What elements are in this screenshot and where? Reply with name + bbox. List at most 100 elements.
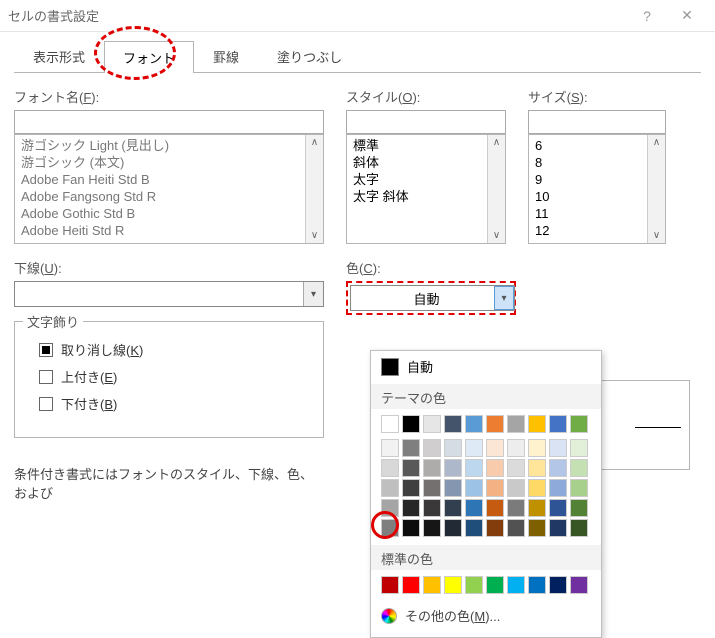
chevron-up-icon[interactable]: ∧ <box>653 137 660 148</box>
color-swatch[interactable] <box>486 459 504 477</box>
color-swatch[interactable] <box>423 499 441 517</box>
color-swatch[interactable] <box>507 459 525 477</box>
chevron-down-icon[interactable]: ∨ <box>653 230 660 241</box>
help-button[interactable]: ? <box>627 8 667 24</box>
list-item[interactable]: 6 <box>535 137 641 154</box>
color-swatch[interactable] <box>465 459 483 477</box>
color-swatch[interactable] <box>381 519 399 537</box>
tab-border[interactable]: 罫線 <box>194 40 258 72</box>
color-swatch[interactable] <box>549 439 567 457</box>
tab-font[interactable]: フォント <box>104 41 194 73</box>
color-auto-row[interactable]: 自動 <box>371 351 601 382</box>
color-swatch[interactable] <box>486 415 504 433</box>
list-item[interactable]: 斜体 <box>353 154 481 171</box>
color-swatch[interactable] <box>507 415 525 433</box>
scrollbar[interactable]: ∧∨ <box>487 135 505 243</box>
color-swatch[interactable] <box>402 439 420 457</box>
color-swatch[interactable] <box>528 415 546 433</box>
color-swatch[interactable] <box>570 576 588 594</box>
list-item[interactable]: Adobe Fangsong Std R <box>21 188 299 205</box>
color-swatch[interactable] <box>465 479 483 497</box>
more-colors-row[interactable]: その他の色(M)... <box>371 600 601 631</box>
color-swatch[interactable] <box>528 459 546 477</box>
color-swatch[interactable] <box>381 479 399 497</box>
color-swatch[interactable] <box>528 479 546 497</box>
color-swatch[interactable] <box>486 499 504 517</box>
chevron-down-icon[interactable]: ∨ <box>493 230 500 241</box>
color-swatch[interactable] <box>423 576 441 594</box>
color-swatch[interactable] <box>570 439 588 457</box>
list-item[interactable]: 游ゴシック Light (見出し) <box>21 137 299 154</box>
color-swatch[interactable] <box>570 415 588 433</box>
fontname-list[interactable]: 游ゴシック Light (見出し) 游ゴシック (本文) Adobe Fan H… <box>14 134 324 244</box>
close-button[interactable]: ✕ <box>667 7 707 24</box>
list-item[interactable]: 標準 <box>353 137 481 154</box>
list-item[interactable]: 11 <box>535 205 641 222</box>
color-swatch[interactable] <box>486 576 504 594</box>
color-swatch[interactable] <box>486 479 504 497</box>
color-swatch[interactable] <box>507 519 525 537</box>
color-swatch[interactable] <box>423 439 441 457</box>
color-swatch[interactable] <box>528 439 546 457</box>
tab-display-format[interactable]: 表示形式 <box>14 40 104 72</box>
color-swatch[interactable] <box>465 439 483 457</box>
checkbox-superscript[interactable]: 上付き(E) <box>39 367 309 386</box>
color-swatch[interactable] <box>465 519 483 537</box>
list-item[interactable]: 12 <box>535 222 641 239</box>
color-swatch[interactable] <box>507 576 525 594</box>
scrollbar[interactable]: ∧∨ <box>647 135 665 243</box>
list-item[interactable]: 8 <box>535 154 641 171</box>
color-swatch[interactable] <box>381 499 399 517</box>
color-swatch[interactable] <box>570 459 588 477</box>
chevron-down-icon[interactable]: ▾ <box>303 282 323 306</box>
color-swatch[interactable] <box>444 479 462 497</box>
color-swatch[interactable] <box>549 576 567 594</box>
color-swatch[interactable] <box>402 576 420 594</box>
color-swatch[interactable] <box>528 519 546 537</box>
chevron-down-icon[interactable]: ∨ <box>311 230 318 241</box>
list-item[interactable]: 10 <box>535 188 641 205</box>
size-list[interactable]: 6 8 9 10 11 12 ∧∨ <box>528 134 666 244</box>
color-swatch[interactable] <box>570 519 588 537</box>
color-swatch[interactable] <box>423 459 441 477</box>
color-swatch[interactable] <box>507 439 525 457</box>
color-swatch[interactable] <box>381 439 399 457</box>
color-swatch[interactable] <box>486 439 504 457</box>
color-swatch[interactable] <box>402 479 420 497</box>
color-swatch[interactable] <box>549 415 567 433</box>
color-swatch[interactable] <box>402 415 420 433</box>
color-swatch[interactable] <box>570 499 588 517</box>
list-item[interactable]: Adobe Fan Heiti Std B <box>21 171 299 188</box>
color-swatch[interactable] <box>423 519 441 537</box>
list-item[interactable]: Adobe Heiti Std R <box>21 222 299 239</box>
size-input[interactable] <box>528 110 666 134</box>
scrollbar[interactable]: ∧∨ <box>305 135 323 243</box>
color-swatch[interactable] <box>549 519 567 537</box>
color-swatch[interactable] <box>444 439 462 457</box>
color-swatch[interactable] <box>549 459 567 477</box>
chevron-down-icon[interactable]: ▾ <box>494 286 514 310</box>
color-swatch[interactable] <box>402 499 420 517</box>
color-swatch[interactable] <box>381 415 399 433</box>
color-swatch[interactable] <box>528 576 546 594</box>
list-item[interactable]: 游ゴシック (本文) <box>21 154 299 171</box>
list-item[interactable]: 太字 斜体 <box>353 188 481 205</box>
chevron-up-icon[interactable]: ∧ <box>311 137 318 148</box>
underline-dropdown[interactable]: ▾ <box>14 281 324 307</box>
checkbox-strikethrough[interactable]: 取り消し線(K) <box>39 340 309 359</box>
color-swatch[interactable] <box>465 576 483 594</box>
list-item[interactable]: Adobe Gothic Std B <box>21 205 299 222</box>
color-swatch[interactable] <box>381 459 399 477</box>
color-swatch[interactable] <box>444 576 462 594</box>
style-list[interactable]: 標準 斜体 太字 太字 斜体 ∧∨ <box>346 134 506 244</box>
tab-fill[interactable]: 塗りつぶし <box>258 40 361 72</box>
color-swatch[interactable] <box>381 576 399 594</box>
color-swatch[interactable] <box>444 499 462 517</box>
color-swatch[interactable] <box>507 479 525 497</box>
color-swatch[interactable] <box>465 499 483 517</box>
color-swatch[interactable] <box>444 459 462 477</box>
color-dropdown[interactable]: 自動 ▾ <box>350 285 515 311</box>
color-swatch[interactable] <box>549 479 567 497</box>
color-swatch[interactable] <box>465 415 483 433</box>
style-input[interactable] <box>346 110 506 134</box>
